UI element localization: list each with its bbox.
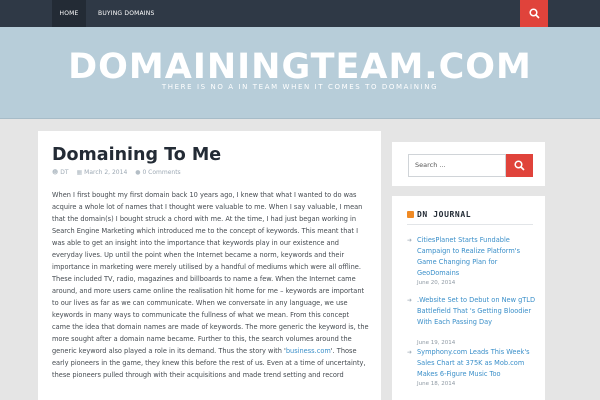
post-meta: ☻ DT ▦ March 2, 2014 ● 0 Comments <box>52 169 187 176</box>
dn-item-date: June 19, 2014 <box>417 340 456 346</box>
user-icon: ☻ <box>52 169 59 176</box>
post-comments: 0 Comments <box>142 169 181 176</box>
dn-item-link[interactable]: CitiesPlanet Starts Fundable Campaign to… <box>417 235 539 279</box>
dn-journal-widget: DN JOURNAL ➜ CitiesPlanet Starts Fundabl… <box>392 196 545 400</box>
body-line: These included TV, radio, magazines and … <box>52 275 356 283</box>
dn-item-date: June 20, 2014 <box>417 280 456 286</box>
nav-item-buying-domains[interactable]: BUYING DOMAINS <box>98 0 154 27</box>
site-header: DOMAININGTEAM.COM THERE IS NO A IN TEAM … <box>0 27 600 119</box>
search-submit-button[interactable] <box>506 154 533 177</box>
body-line-tail: '. Those <box>330 347 357 355</box>
search-widget: Search ... <box>392 142 545 186</box>
author-meta[interactable]: ☻ DT <box>52 169 72 176</box>
nav-item-home[interactable]: HOME <box>52 0 86 27</box>
post-date: March 2, 2014 <box>84 169 128 176</box>
top-nav: HOME BUYING DOMAINS <box>0 0 600 27</box>
body-line: acquire a whole lot of names that I thou… <box>52 203 363 211</box>
body-line: around, and more users came online the r… <box>52 287 365 295</box>
dn-journal-title: DN JOURNAL <box>417 210 472 219</box>
arrow-right-icon: ➜ <box>407 237 413 244</box>
post-author: DT <box>60 169 69 176</box>
arrow-right-icon: ➜ <box>407 297 413 304</box>
divider <box>407 224 533 225</box>
body-line: early pioneers in the game, they knew th… <box>52 359 366 367</box>
body-line: everyday lives. Up until the point when … <box>52 251 345 259</box>
body-line: these pioneers pulled through with their… <box>52 371 344 379</box>
body-line: importance in marketing were merely util… <box>52 263 361 271</box>
body-line: more sought after a domain name became. … <box>52 335 352 343</box>
body-line: When I first bought my first domain back… <box>52 191 357 199</box>
rss-icon <box>407 211 414 218</box>
body-line-with-link: generic keyword also played a role in it… <box>52 345 370 357</box>
dn-item-link[interactable]: Symphony.com Leads This Week's Sales Cha… <box>417 347 539 380</box>
body-line: was able to get an insight into the impo… <box>52 239 339 247</box>
search-icon <box>514 160 525 171</box>
date-meta[interactable]: ▦ March 2, 2014 <box>76 169 130 176</box>
calendar-icon: ▦ <box>76 169 83 176</box>
search-icon <box>529 8 540 19</box>
business-link[interactable]: business.com <box>286 347 331 355</box>
dn-item-link[interactable]: .Website Set to Debut on New gTLD Battle… <box>417 295 539 328</box>
body-line: to our lives as far as we can communicat… <box>52 299 348 307</box>
arrow-right-icon: ➜ <box>407 349 413 356</box>
post-body: When I first bought my first domain back… <box>52 189 370 381</box>
post-title[interactable]: Domaining To Me <box>52 145 221 165</box>
body-line: Search Engine Marketing which introduced… <box>52 227 359 235</box>
search-toggle-button[interactable] <box>520 0 548 27</box>
post-article: Domaining To Me ☻ DT ▦ March 2, 2014 ● 0 Co… <box>38 131 381 400</box>
body-line: keywords in many ways to communicate the… <box>52 311 350 319</box>
comments-meta[interactable]: ● 0 Comments <box>135 169 184 176</box>
site-tagline: THERE IS NO A IN TEAM WHEN IT COMES TO D… <box>161 83 439 91</box>
body-line-text: generic keyword also played a role in it… <box>52 347 286 355</box>
body-line: that the domain(s) I bought struck a cho… <box>52 215 357 223</box>
search-input[interactable]: Search ... <box>408 154 506 177</box>
body-line: came the idea that domain names are made… <box>52 323 369 331</box>
comment-icon: ● <box>135 169 141 176</box>
dn-item-date: June 18, 2014 <box>417 381 456 387</box>
